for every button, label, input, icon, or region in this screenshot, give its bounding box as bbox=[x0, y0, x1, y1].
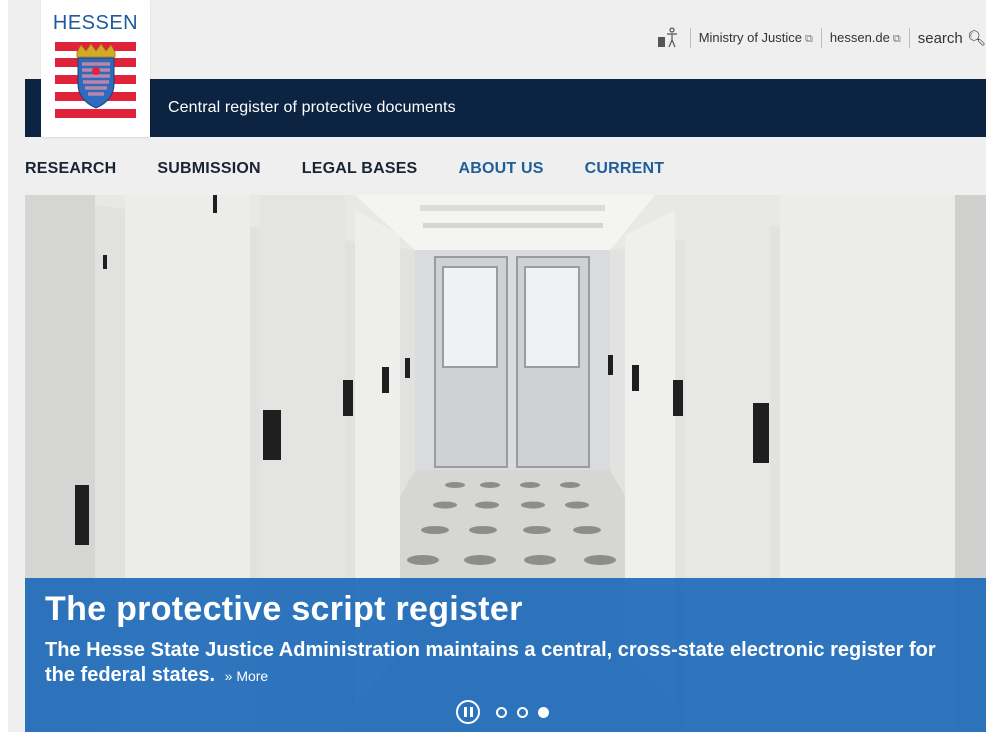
hero-description: The Hesse State Justice Administration m… bbox=[45, 639, 936, 686]
site-subtitle[interactable]: Central register of protective documents bbox=[168, 99, 456, 117]
more-link[interactable]: » More bbox=[225, 668, 269, 684]
hero-caption: The protective script register The Hesse… bbox=[25, 578, 986, 732]
nav-current[interactable]: CURRENT bbox=[585, 160, 665, 182]
magnifier-icon: 🔍︎ bbox=[966, 30, 986, 47]
divider bbox=[689, 28, 691, 48]
slider-controls bbox=[456, 699, 559, 725]
hessen-logo[interactable]: HESSEN bbox=[41, 0, 150, 137]
nav-about-us[interactable]: ABOUT US bbox=[458, 160, 543, 182]
hero-text: The Hesse State Justice Administration m… bbox=[45, 638, 970, 689]
nav-submission[interactable]: SUBMISSION bbox=[157, 160, 260, 182]
external-link-icon: ⧉ bbox=[892, 33, 901, 45]
external-link-icon: ⧉ bbox=[805, 33, 813, 45]
accessibility-icon[interactable] bbox=[656, 27, 680, 49]
divider bbox=[908, 28, 910, 48]
header-band: Central register of protective documents bbox=[25, 79, 986, 137]
ministry-of-justice-link[interactable]: Ministry of Justice ⧉ bbox=[699, 30, 813, 46]
hero-slider: The protective script register The Hesse… bbox=[25, 195, 986, 732]
top-links: Ministry of Justice ⧉ hessen.de ⧉ search 🔍… bbox=[656, 27, 986, 49]
page-left-edge bbox=[0, 0, 8, 732]
pause-icon bbox=[463, 707, 467, 717]
hero-title: The protective script register bbox=[45, 590, 523, 628]
logo-text: HESSEN bbox=[52, 12, 139, 34]
slide-dot-3[interactable] bbox=[538, 706, 549, 718]
nav-legal-bases[interactable]: LEGAL BASES bbox=[302, 160, 418, 182]
hessen-coat-of-arms-icon bbox=[55, 40, 136, 122]
slide-dot-1[interactable] bbox=[496, 706, 507, 718]
main-navigation: RESEARCH SUBMISSION LEGAL BASES ABOUT US… bbox=[25, 160, 705, 182]
pause-button[interactable] bbox=[456, 700, 480, 724]
hessen-de-link[interactable]: hessen.de ⧉ bbox=[830, 30, 901, 46]
nav-research[interactable]: RESEARCH bbox=[25, 160, 116, 182]
slide-dot-2[interactable] bbox=[517, 706, 528, 718]
search-link[interactable]: search 🔍︎ bbox=[918, 29, 986, 47]
divider bbox=[820, 28, 822, 48]
